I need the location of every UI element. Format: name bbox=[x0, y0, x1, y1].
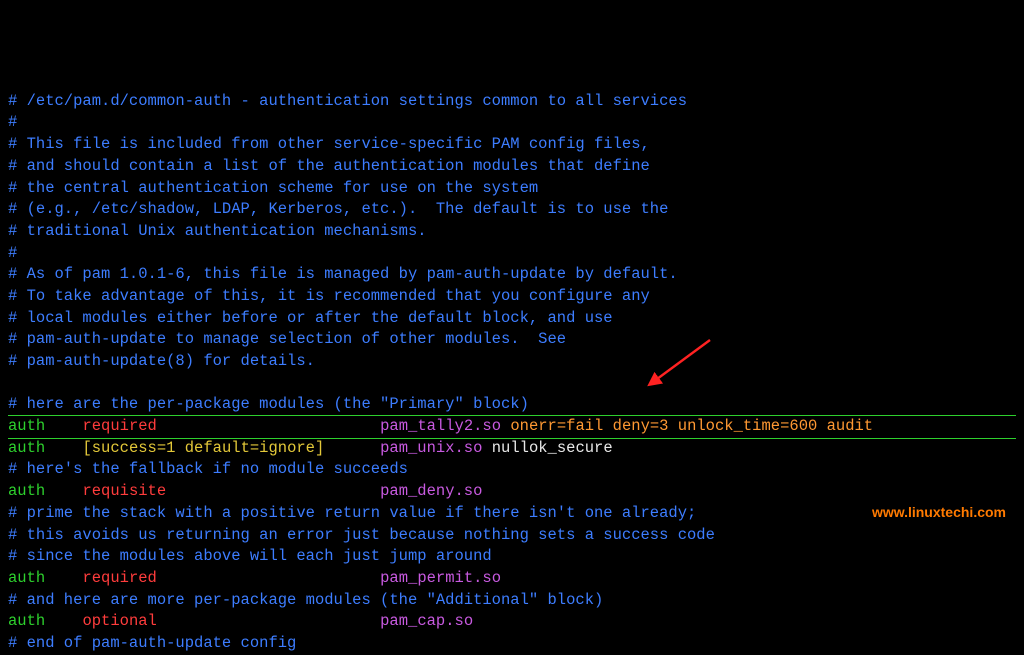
pam-control: [success=1 default=ignore] bbox=[82, 439, 324, 457]
pam-type: auth bbox=[8, 569, 45, 587]
comment-line: # and here are more per-package modules … bbox=[8, 591, 603, 609]
watermark: www.linuxtechi.com bbox=[872, 503, 1006, 523]
comment-line: # As of pam 1.0.1-6, this file is manage… bbox=[8, 265, 678, 283]
comment-line: # pam-auth-update to manage selection of… bbox=[8, 330, 566, 348]
pam-line: auth requisite pam_deny.so bbox=[8, 482, 482, 500]
comment-line: # pam-auth-update(8) for details. bbox=[8, 352, 315, 370]
pam-line: auth optional pam_cap.so bbox=[8, 612, 473, 630]
pam-control: required bbox=[82, 417, 156, 435]
comment-line: # bbox=[8, 113, 17, 131]
pam-line: auth [success=1 default=ignore] pam_unix… bbox=[8, 439, 613, 457]
comment-line: # prime the stack with a positive return… bbox=[8, 504, 696, 522]
comment-line: # since the modules above will each just… bbox=[8, 547, 492, 565]
pam-module: pam_tally2.so bbox=[380, 417, 501, 435]
pam-module: pam_cap.so bbox=[380, 612, 473, 630]
pam-control: required bbox=[82, 569, 156, 587]
pam-args: onerr=fail deny=3 unlock_time=600 audit bbox=[510, 417, 873, 435]
comment-line: # To take advantage of this, it is recom… bbox=[8, 287, 650, 305]
pam-line: auth required pam_permit.so bbox=[8, 569, 501, 587]
comment-line: # here's the fallback if no module succe… bbox=[8, 460, 408, 478]
pam-module: pam_permit.so bbox=[380, 569, 501, 587]
pam-type: auth bbox=[8, 417, 45, 435]
pam-args: nullok_secure bbox=[492, 439, 613, 457]
comment-line: # and should contain a list of the authe… bbox=[8, 157, 650, 175]
pam-type: auth bbox=[8, 439, 45, 457]
comment-line: # the central authentication scheme for … bbox=[8, 179, 538, 197]
comment-line: # this avoids us returning an error just… bbox=[8, 526, 715, 544]
comment-line: # This file is included from other servi… bbox=[8, 135, 650, 153]
comment-line: # /etc/pam.d/common-auth - authenticatio… bbox=[8, 92, 687, 110]
pam-control: requisite bbox=[82, 482, 166, 500]
pam-line-highlighted: auth required pam_tally2.so onerr=fail d… bbox=[8, 415, 1016, 439]
pam-module: pam_deny.so bbox=[380, 482, 482, 500]
comment-line: # (e.g., /etc/shadow, LDAP, Kerberos, et… bbox=[8, 200, 668, 218]
comment-line: # local modules either before or after t… bbox=[8, 309, 613, 327]
comment-line: # end of pam-auth-update config bbox=[8, 634, 296, 652]
comment-line: # here are the per-package modules (the … bbox=[8, 395, 529, 413]
pam-type: auth bbox=[8, 612, 45, 630]
pam-type: auth bbox=[8, 482, 45, 500]
pam-control: optional bbox=[82, 612, 156, 630]
comment-line: # bbox=[8, 244, 17, 262]
pam-module: pam_unix.so bbox=[380, 439, 482, 457]
comment-line: # traditional Unix authentication mechan… bbox=[8, 222, 427, 240]
annotation-arrow-icon bbox=[645, 338, 715, 388]
